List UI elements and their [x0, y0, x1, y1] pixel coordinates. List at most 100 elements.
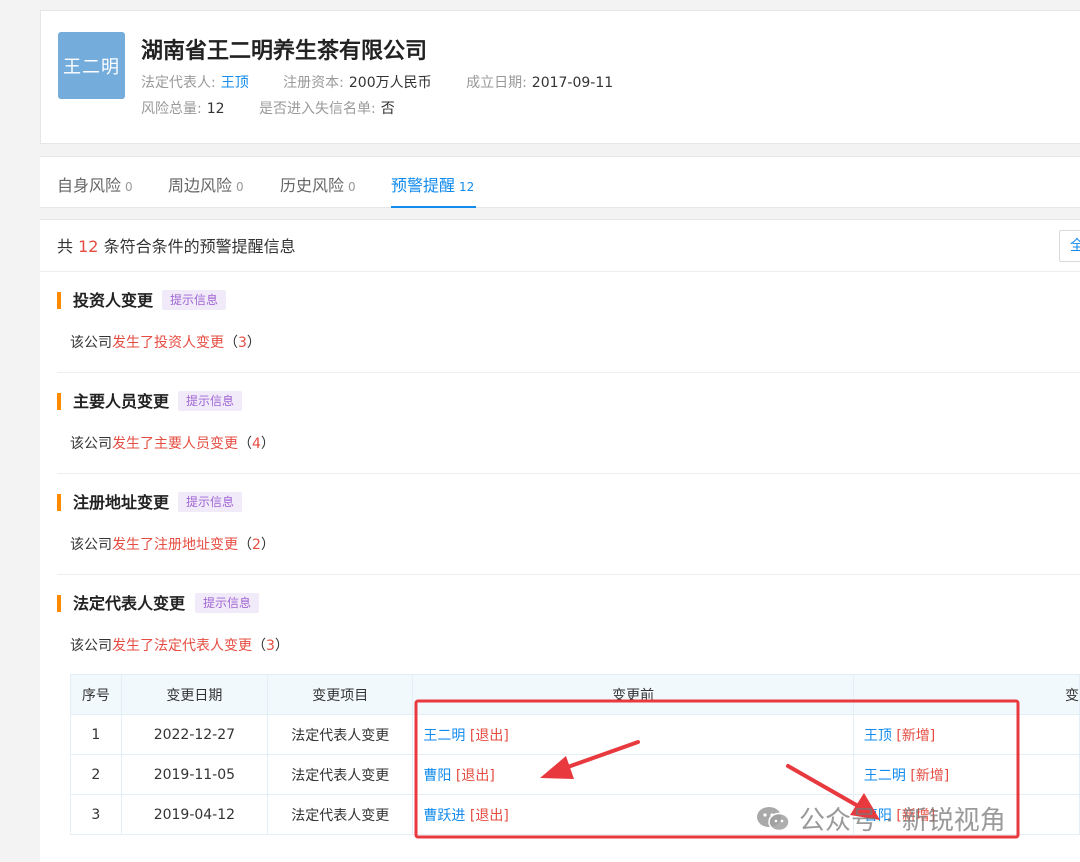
section-title-key-personnel-change: 主要人员变更 — [57, 393, 169, 410]
summary-count: 12 — [78, 237, 99, 256]
section-desc-investor-change: 该公司发生了投资人变更（3） — [70, 332, 261, 352]
count-close: ） — [274, 638, 289, 654]
cell-date: 2022-12-27 — [120, 714, 269, 755]
tab-surrounding-risk[interactable]: 周边风险 0 — [168, 172, 244, 196]
divider — [57, 372, 1080, 373]
desc-count: 4 — [252, 436, 261, 452]
desc-count: 2 — [252, 537, 261, 553]
desc-count: 3 — [238, 335, 247, 351]
person-link[interactable]: 王二明 — [864, 768, 906, 784]
person-link[interactable]: 王顶 — [864, 728, 892, 744]
cell-no: 3 — [70, 794, 122, 835]
col-header-after: 变 — [852, 674, 1080, 715]
section-title-address-change: 注册地址变更 — [57, 494, 169, 511]
active-tab-indicator — [391, 206, 476, 208]
desc-prefix: 该公司 — [70, 537, 112, 553]
legal-rep-link[interactable]: 王顶 — [221, 75, 249, 91]
tab-count: 12 — [459, 180, 475, 194]
desc-count: 3 — [266, 638, 275, 654]
cell-no: 2 — [70, 754, 122, 795]
status-exit: [退出] — [455, 767, 495, 784]
summary-prefix: 共 — [57, 237, 74, 256]
divider — [57, 473, 1080, 474]
watermark-text: 公众号 · 新锐视角 — [799, 806, 1006, 836]
filter-all-button[interactable]: 全 — [1059, 230, 1080, 262]
section-desc-key-personnel-change: 该公司发生了主要人员变更（4） — [70, 433, 275, 453]
desc-link-investor-change[interactable]: 发生了投资人变更 — [112, 335, 224, 351]
cell-before: 曹阳 [退出] — [412, 754, 854, 795]
count-close: ） — [260, 537, 275, 553]
cell-after: 王顶 [新增] — [852, 714, 1080, 755]
results-summary: 共 12 条符合条件的预警提醒信息 — [57, 233, 296, 257]
tab-warning-alerts[interactable]: 预警提醒 12 — [391, 172, 474, 196]
status-exit: [退出] — [469, 727, 509, 744]
count-open: （ — [252, 638, 266, 654]
count-close: ） — [246, 335, 261, 351]
person-link[interactable]: 王二明 — [423, 728, 465, 744]
cell-date: 2019-11-05 — [120, 754, 269, 795]
tab-count: 0 — [236, 180, 244, 194]
risk-total-label: 风险总量: — [141, 101, 202, 117]
founded-value: 2017-09-11 — [531, 75, 614, 91]
col-header-date: 变更日期 — [120, 674, 269, 715]
status-exit: [退出] — [469, 807, 509, 824]
section-title-legal-rep-change: 法定代表人变更 — [57, 595, 185, 612]
count-open: （ — [238, 436, 252, 452]
section-desc-address-change: 该公司发生了注册地址变更（2） — [70, 534, 275, 554]
dishonest-value: 否 — [380, 101, 395, 117]
risk-tabs: 自身风险 0 周边风险 0 历史风险 0 预警提醒 12 — [40, 156, 1080, 208]
capital-value: 200万人民币 — [348, 75, 432, 91]
table-row: 2 2019-11-05 法定代表人变更 曹阳 [退出] 王二明 [新增] — [70, 754, 1080, 795]
col-header-no: 序号 — [70, 674, 122, 715]
company-meta-row-2: 风险总量: 12 是否进入失信名单: 否 — [141, 98, 395, 118]
company-logo: 王二明 — [58, 32, 125, 99]
capital-label: 注册资本: — [283, 75, 344, 91]
desc-link-key-personnel-change[interactable]: 发生了主要人员变更 — [112, 436, 238, 452]
tab-label: 历史风险 — [280, 176, 345, 195]
desc-prefix: 该公司 — [70, 335, 112, 351]
tab-label: 预警提醒 — [391, 176, 456, 195]
divider — [40, 271, 1080, 272]
founded-label: 成立日期: — [466, 75, 527, 91]
desc-link-address-change[interactable]: 发生了注册地址变更 — [112, 537, 238, 553]
section-title-investor-change: 投资人变更 — [57, 292, 153, 309]
hint-tag: 提示信息 — [178, 391, 243, 411]
hint-tag: 提示信息 — [195, 593, 260, 613]
col-header-item: 变更项目 — [267, 674, 414, 715]
tab-count: 0 — [125, 180, 133, 194]
count-open: （ — [238, 537, 252, 553]
hint-tag: 提示信息 — [178, 492, 243, 512]
section-desc-legal-rep-change: 该公司发生了法定代表人变更（3） — [70, 635, 289, 655]
person-link[interactable]: 曹跃进 — [423, 808, 465, 824]
cell-item: 法定代表人变更 — [267, 794, 414, 835]
watermark: 公众号 · 新锐视角 — [755, 800, 1006, 837]
cell-before: 王二明 [退出] — [412, 714, 854, 755]
person-link[interactable]: 曹阳 — [423, 768, 451, 784]
hint-tag: 提示信息 — [162, 290, 227, 310]
desc-link-legal-rep-change[interactable]: 发生了法定代表人变更 — [112, 638, 252, 654]
tab-label: 周边风险 — [168, 176, 233, 195]
count-open: （ — [224, 335, 238, 351]
table-row: 1 2022-12-27 法定代表人变更 王二明 [退出] 王顶 [新增] — [70, 714, 1080, 755]
tab-label: 自身风险 — [57, 176, 122, 195]
wechat-icon — [755, 805, 791, 833]
tab-count: 0 — [348, 180, 356, 194]
cell-after: 王二明 [新增] — [852, 754, 1080, 795]
divider — [57, 574, 1080, 575]
desc-prefix: 该公司 — [70, 638, 112, 654]
status-new: [新增] — [910, 767, 950, 784]
cell-date: 2019-04-12 — [120, 794, 269, 835]
summary-suffix: 条符合条件的预警提醒信息 — [103, 237, 296, 256]
cell-item: 法定代表人变更 — [267, 754, 414, 795]
count-close: ） — [260, 436, 275, 452]
company-meta-row-1: 法定代表人: 王顶 注册资本: 200万人民币 成立日期: 2017-09-11 — [141, 72, 613, 92]
cell-no: 1 — [70, 714, 122, 755]
tab-self-risk[interactable]: 自身风险 0 — [57, 172, 133, 196]
alerts-panel: 共 12 条符合条件的预警提醒信息 全 投资人变更 提示信息 该公司发生了投资人… — [40, 219, 1080, 862]
table-header-row: 序号 变更日期 变更项目 变更前 变 — [70, 674, 1080, 715]
tab-history-risk[interactable]: 历史风险 0 — [280, 172, 356, 196]
col-header-before: 变更前 — [412, 674, 854, 715]
legal-rep-label: 法定代表人: — [141, 75, 216, 91]
company-header: 王二明 湖南省王二明养生茶有限公司 法定代表人: 王顶 注册资本: 200万人民币 … — [40, 10, 1080, 144]
company-name: 湖南省王二明养生茶有限公司 — [141, 39, 428, 64]
